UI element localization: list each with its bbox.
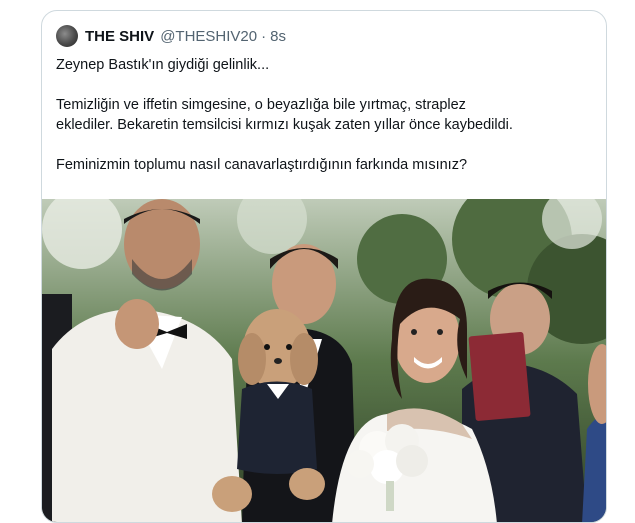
- avatar[interactable]: [56, 25, 78, 47]
- tweet-line: Temizliğin ve iffetin simgesine, o beyaz…: [56, 97, 466, 113]
- wedding-photo-illustration: [42, 199, 606, 522]
- tweet-line: Feminizmin toplumu nasıl canavarlaştırdı…: [56, 157, 468, 173]
- tweet-text: Zeynep Bastık'ın giydiği gelinlik... Tem…: [56, 55, 596, 175]
- user-handle[interactable]: @THESHIV20: [160, 28, 257, 45]
- tweet-header: THE SHIV @THESHIV20 · 8s: [56, 23, 286, 49]
- tweet-photo[interactable]: [42, 199, 606, 522]
- display-name[interactable]: THE SHIV: [85, 28, 154, 45]
- tweet-card[interactable]: THE SHIV @THESHIV20 · 8s Zeynep Bastık'ı…: [41, 10, 607, 523]
- separator-dot: ·: [261, 27, 267, 45]
- tweet-line: Zeynep Bastık'ın giydiği gelinlik...: [56, 57, 270, 73]
- tweet-timestamp[interactable]: 8s: [270, 28, 286, 45]
- tweet-line: eklediler. Bekaretin temsilcisi kırmızı …: [56, 117, 513, 133]
- red-document: [468, 331, 531, 421]
